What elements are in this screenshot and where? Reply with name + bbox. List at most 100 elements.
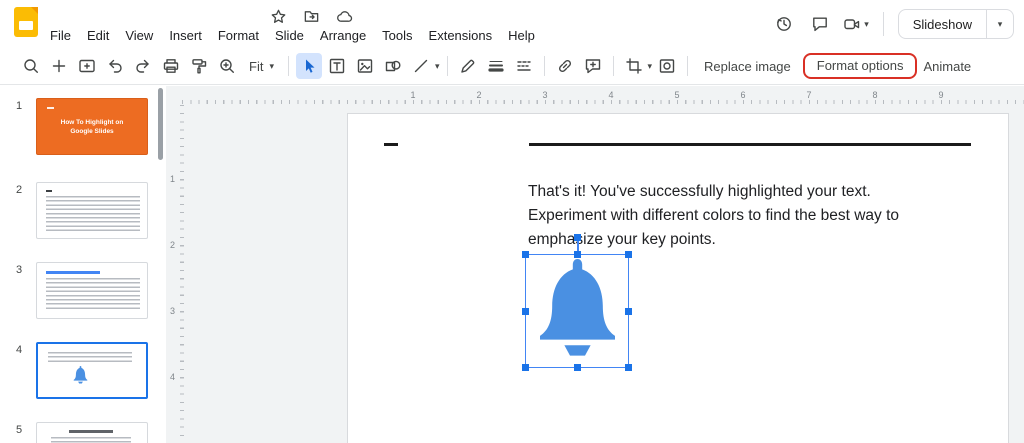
new-slide-button[interactable]	[46, 53, 72, 79]
shape-selection-box[interactable]	[525, 254, 629, 368]
menu-tools[interactable]: Tools	[374, 25, 420, 47]
version-history-button[interactable]	[771, 11, 797, 37]
print-button[interactable]	[158, 53, 184, 79]
thumb-text-lines	[48, 352, 132, 362]
toolbar: Fit ▾ ▾ ▾ Replace image Format options	[0, 48, 1024, 85]
redo-button[interactable]	[130, 53, 156, 79]
thumb-text-lines	[46, 196, 140, 232]
menu-slide[interactable]: Slide	[267, 25, 312, 47]
paint-roller-icon	[190, 57, 208, 75]
move-folder-icon[interactable]	[303, 8, 320, 25]
header-divider	[883, 12, 884, 36]
toolbar-separator	[447, 56, 448, 76]
printer-icon	[162, 57, 180, 75]
border-dash-button[interactable]	[511, 53, 537, 79]
text-box-button[interactable]	[324, 53, 350, 79]
short-line-object[interactable]	[384, 143, 398, 146]
header-right-controls: ▾ Slideshow ▾	[771, 9, 1014, 39]
menu-format[interactable]: Format	[210, 25, 267, 47]
mask-image-button[interactable]	[654, 53, 680, 79]
ruler-number: 3	[542, 90, 547, 100]
crop-icon	[625, 57, 643, 75]
thumb-title-text: How To Highlight on Google Slides	[49, 118, 135, 136]
star-icon[interactable]	[270, 8, 287, 25]
menu-file[interactable]: File	[42, 25, 79, 47]
insert-line-button[interactable]	[408, 53, 434, 79]
insert-shape-button[interactable]	[380, 53, 406, 79]
resize-handle-sw[interactable]	[522, 364, 529, 371]
long-line-object[interactable]	[529, 143, 971, 146]
comments-button[interactable]	[807, 11, 833, 37]
slide-text-line: That's it! You've successfully highlight…	[528, 180, 899, 204]
slide-text-block[interactable]: That's it! You've successfully highlight…	[528, 180, 899, 252]
line-icon	[412, 57, 430, 75]
resize-handle-w[interactable]	[522, 308, 529, 315]
paint-format-button[interactable]	[186, 53, 212, 79]
slide-number: 4	[16, 344, 22, 356]
menu-insert[interactable]: Insert	[161, 25, 210, 47]
new-slide-layout-button[interactable]	[74, 53, 100, 79]
slide-page[interactable]: That's it! You've successfully highlight…	[347, 113, 1009, 443]
bell-shape[interactable]	[529, 259, 626, 364]
menu-edit[interactable]: Edit	[79, 25, 117, 47]
ruler-number: 6	[740, 90, 745, 100]
slide-filmstrip: 1 How To Highlight on Google Slides 2 3 …	[0, 86, 166, 443]
menu-help[interactable]: Help	[500, 25, 543, 47]
animate-button[interactable]: Animate	[914, 54, 980, 79]
slide-thumbnail-1[interactable]: How To Highlight on Google Slides	[36, 98, 148, 155]
menu-arrange[interactable]: Arrange	[312, 25, 374, 47]
cloud-status-icon[interactable]	[336, 8, 353, 25]
rotation-handle[interactable]	[574, 234, 581, 241]
replace-image-button[interactable]: Replace image	[695, 54, 800, 79]
format-options-button[interactable]: Format options	[808, 53, 913, 78]
zoom-button[interactable]	[214, 53, 240, 79]
ruler-number: 1	[410, 90, 415, 100]
ruler-number: 1	[166, 174, 179, 184]
mask-image-icon	[658, 57, 676, 75]
resize-handle-nw[interactable]	[522, 251, 529, 258]
insert-image-button[interactable]	[352, 53, 378, 79]
menu-extensions[interactable]: Extensions	[421, 25, 501, 47]
redo-icon	[134, 57, 152, 75]
zoom-value: Fit	[249, 59, 263, 74]
plus-icon	[50, 57, 68, 75]
border-weight-button[interactable]	[483, 53, 509, 79]
resize-handle-s[interactable]	[574, 364, 581, 371]
resize-handle-se[interactable]	[625, 364, 632, 371]
ruler-number: 8	[872, 90, 877, 100]
comment-bubble-icon	[811, 15, 829, 33]
resize-handle-ne[interactable]	[625, 251, 632, 258]
undo-button[interactable]	[102, 53, 128, 79]
slide-number: 1	[16, 100, 22, 112]
slideshow-dropdown[interactable]: ▾	[987, 10, 1013, 38]
zoom-select[interactable]: Fit ▾	[242, 55, 281, 78]
horizontal-ruler[interactable]: 1 2 3 4 5 6 7 8 9	[166, 86, 1024, 105]
slideshow-button[interactable]: Slideshow	[899, 10, 986, 38]
image-icon	[356, 57, 374, 75]
slide-thumbnail-3[interactable]	[36, 262, 148, 319]
insert-link-button[interactable]	[552, 53, 578, 79]
resize-handle-n[interactable]	[574, 251, 581, 258]
search-menus-button[interactable]	[18, 53, 44, 79]
menu-view[interactable]: View	[117, 25, 161, 47]
filmstrip-scrollbar[interactable]	[158, 88, 163, 160]
cursor-arrow-icon	[300, 57, 318, 75]
meet-button[interactable]: ▾	[843, 15, 869, 33]
crop-control: ▾	[621, 53, 653, 79]
vertical-ruler[interactable]: 1 2 3 4	[166, 105, 185, 443]
resize-handle-e[interactable]	[625, 308, 632, 315]
slide-thumbnail-5[interactable]	[36, 422, 148, 443]
crop-image-button[interactable]	[621, 53, 647, 79]
slide-thumbnail-4[interactable]	[36, 342, 148, 399]
link-icon	[556, 57, 574, 75]
add-comment-icon	[584, 57, 602, 75]
slide-number: 5	[16, 424, 22, 436]
select-tool-button[interactable]	[296, 53, 322, 79]
search-icon	[22, 57, 40, 75]
pen-icon	[459, 57, 477, 75]
slide-thumbnail-2[interactable]	[36, 182, 148, 239]
add-comment-button[interactable]	[580, 53, 606, 79]
border-color-button[interactable]	[455, 53, 481, 79]
slides-logo-icon[interactable]	[14, 7, 38, 37]
ruler-number: 9	[938, 90, 943, 100]
